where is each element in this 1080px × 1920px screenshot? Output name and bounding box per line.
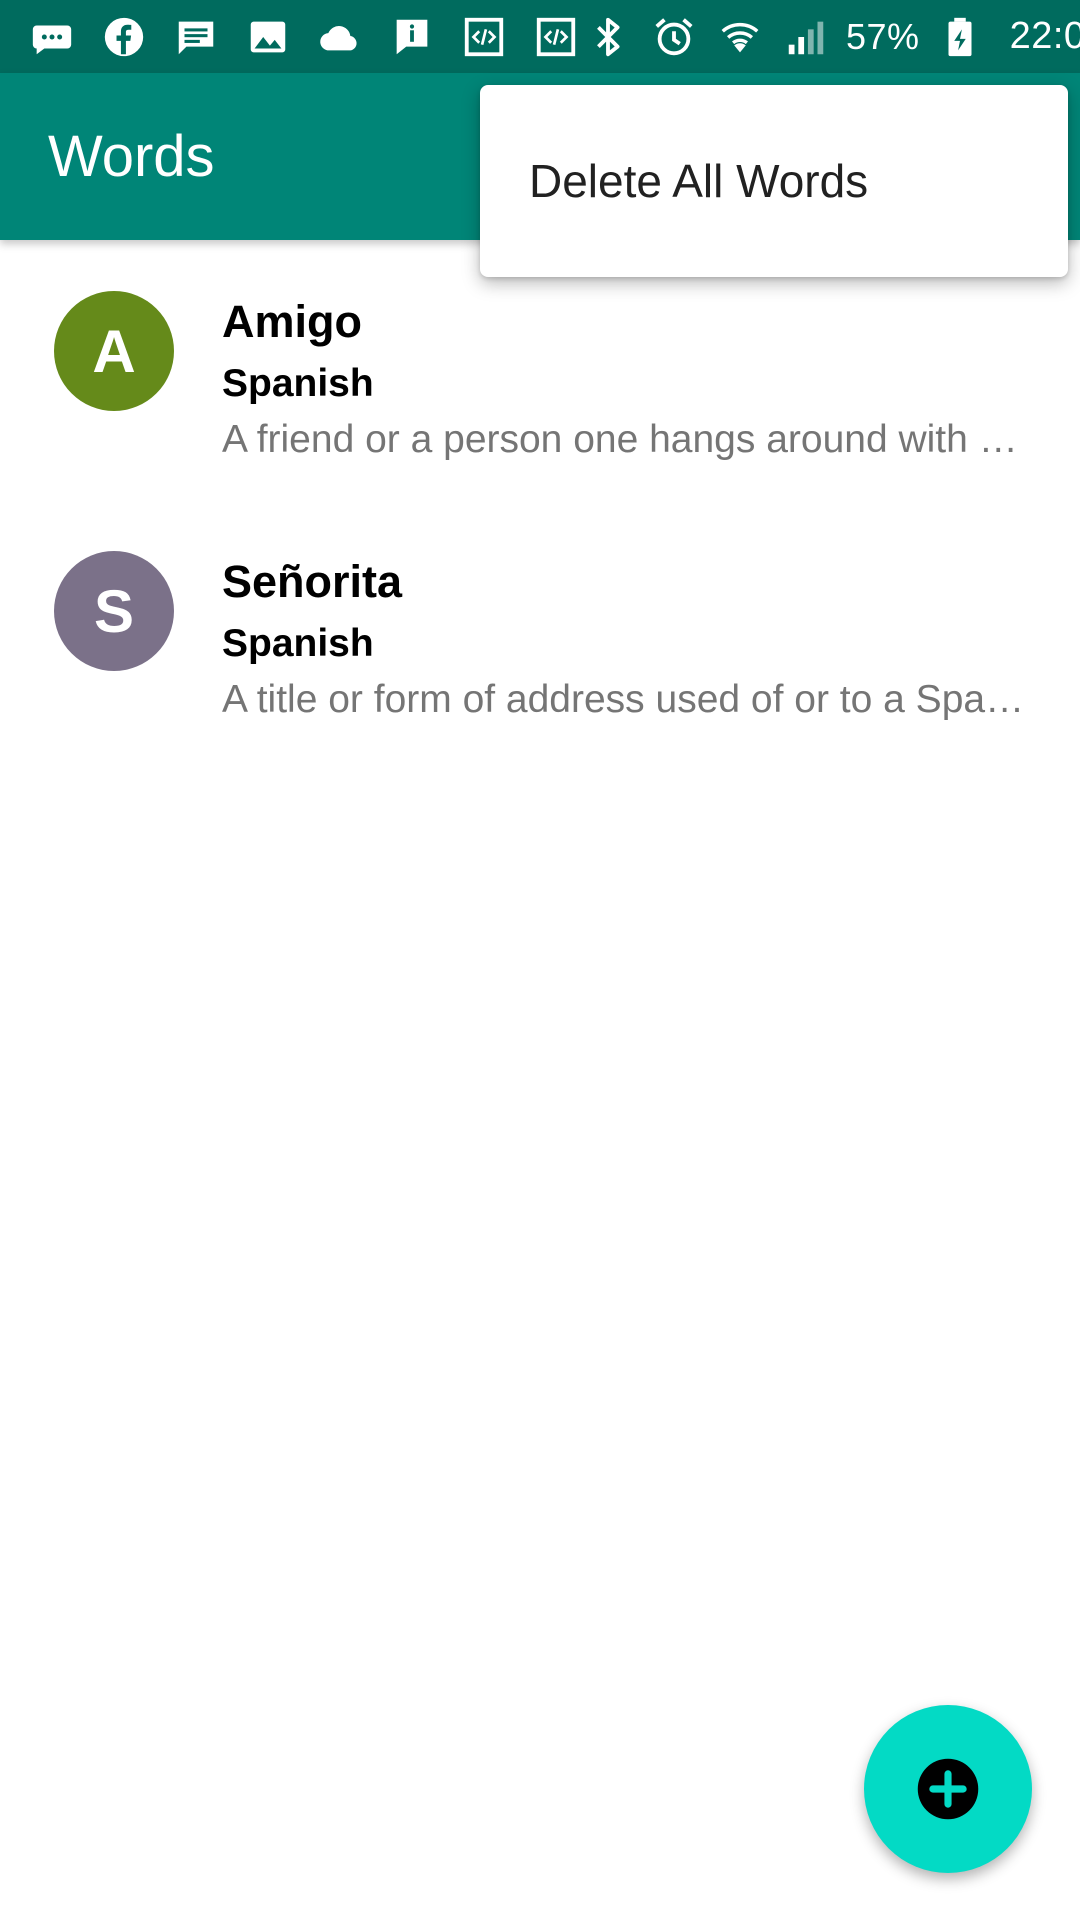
delete-all-words-menu-item[interactable]: Delete All Words [480, 85, 1068, 277]
list-item[interactable]: S Señorita Spanish A title or form of ad… [0, 500, 1080, 760]
battery-icon [934, 11, 986, 63]
bluetooth-icon [582, 11, 634, 63]
word-definition: A title or form of address used of or to… [222, 678, 1032, 721]
add-icon [917, 1758, 979, 1820]
alarm-icon [648, 11, 700, 63]
messages-icon [26, 11, 78, 63]
chat-icon [170, 11, 222, 63]
word-title: Señorita [222, 556, 403, 607]
list-item[interactable]: A Amigo Spanish A friend or a person one… [0, 240, 1080, 500]
code-icon [458, 11, 510, 63]
info-icon [386, 11, 438, 63]
overflow-menu: Delete All Words [480, 85, 1068, 277]
facebook-icon [98, 11, 150, 63]
code-icon [530, 11, 582, 63]
status-bar: 57% 22:06 [0, 0, 1080, 73]
image-icon [242, 11, 294, 63]
avatar: A [54, 291, 174, 411]
signal-icon [780, 11, 832, 63]
word-title: Amigo [222, 296, 362, 347]
word-language: Spanish [222, 362, 374, 405]
word-definition: A friend or a person one hangs around wi… [222, 418, 1032, 461]
page-title: Words [48, 124, 215, 189]
cloud-icon [314, 11, 366, 63]
wifi-icon [714, 11, 766, 63]
word-language: Spanish [222, 622, 374, 665]
notification-icons [26, 11, 582, 63]
add-word-button[interactable] [864, 1705, 1032, 1873]
system-icons: 57% 22:06 [582, 11, 1080, 63]
word-list: A Amigo Spanish A friend or a person one… [0, 240, 1080, 760]
avatar: S [54, 551, 174, 671]
clock: 22:06 [1009, 15, 1080, 57]
battery-percentage: 57% [846, 15, 920, 57]
